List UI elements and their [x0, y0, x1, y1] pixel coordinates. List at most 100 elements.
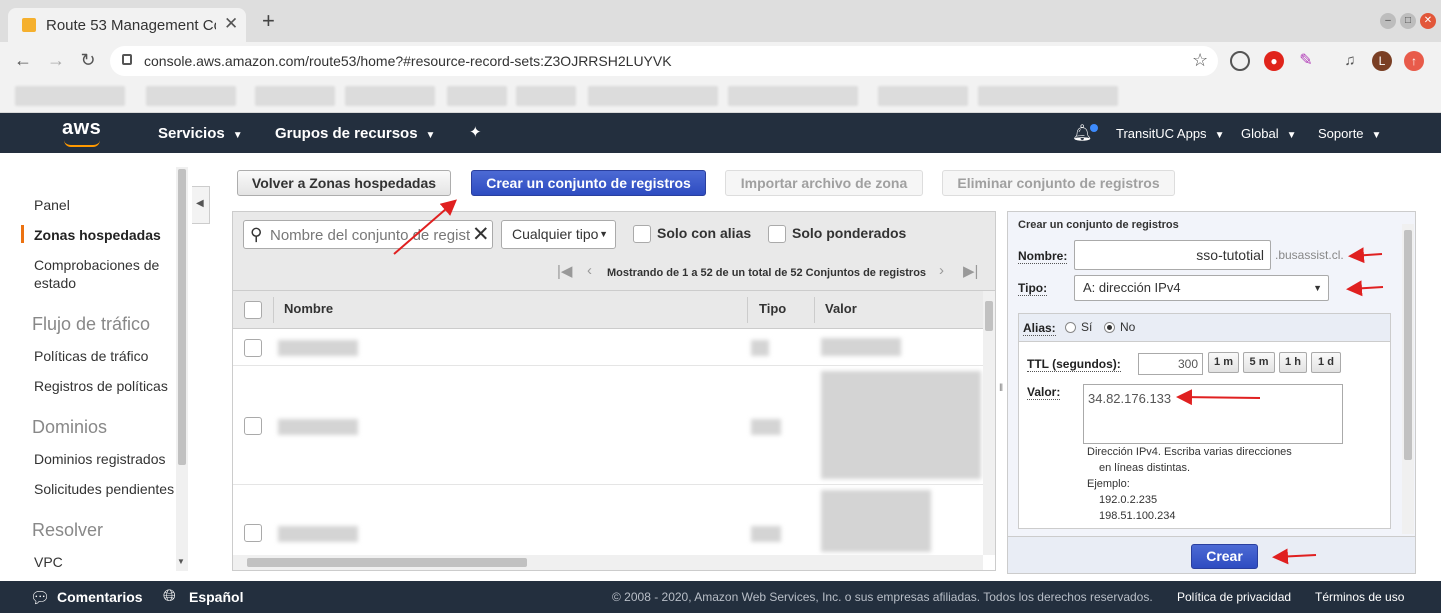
url-field[interactable]: console.aws.amazon.com/route53/home?#res… — [110, 46, 1218, 76]
ttl-1m-button[interactable]: 1 m — [1208, 352, 1239, 373]
globe-icon[interactable]: 🌐︎ — [163, 588, 176, 606]
back-to-hosted-zones-button[interactable]: Volver a Zonas hospedadas — [237, 170, 451, 196]
ttl-label: TTL (segundos): — [1027, 357, 1121, 372]
create-panel-scroll-thumb[interactable] — [1404, 230, 1412, 460]
panel-splitter[interactable]: ‖ — [998, 211, 1006, 571]
privacy-link[interactable]: Política de privacidad — [1177, 590, 1291, 604]
language-selector[interactable]: Español — [189, 589, 243, 605]
import-zone-file-button[interactable]: Importar archivo de zona — [725, 170, 923, 196]
collapse-sidebar-button[interactable]: ◀ — [192, 186, 210, 224]
ttl-5m-button[interactable]: 5 m — [1243, 352, 1275, 373]
alias-no-label: No — [1120, 320, 1136, 334]
sidebar-item-policy-records[interactable]: Registros de políticas — [34, 377, 179, 395]
sidebar-item-hosted-zones[interactable]: Zonas hospedadas — [34, 226, 179, 244]
create-submit-button[interactable]: Crear — [1191, 544, 1258, 569]
create-panel-scrollbar[interactable] — [1402, 224, 1414, 534]
new-tab-icon[interactable]: + — [262, 10, 275, 32]
back-icon[interactable]: ← — [12, 50, 34, 71]
pin-icon[interactable]: ✦ — [469, 123, 482, 141]
sidebar-item-health-checks[interactable]: Comprobaciones de estado — [34, 256, 179, 292]
record-type-select[interactable]: A: dirección IPv4 ▼ — [1074, 275, 1329, 301]
type-filter-select[interactable]: Cualquier tipo ▼ — [501, 220, 616, 249]
support-menu[interactable]: Soporte ▼ — [1318, 126, 1381, 141]
notification-dot — [1090, 124, 1098, 132]
only-alias-checkbox[interactable] — [633, 225, 651, 243]
extension-vpn-icon[interactable] — [1230, 51, 1250, 71]
sidebar-item-vpc[interactable]: VPC — [34, 553, 179, 571]
sidebar-item-traffic-policies[interactable]: Políticas de tráfico — [34, 347, 179, 365]
bookmark-item[interactable] — [516, 86, 576, 106]
ttl-input[interactable]: 300 — [1138, 353, 1203, 375]
prev-page-icon[interactable]: ‹ — [587, 262, 592, 279]
bookmark-item[interactable] — [447, 86, 507, 106]
feedback-icon[interactable]: 💬︎ — [30, 588, 50, 608]
tab-close-icon[interactable]: ✕ — [224, 14, 238, 34]
feedback-link[interactable]: Comentarios — [57, 589, 143, 605]
extension-adblock-icon[interactable]: ● — [1264, 51, 1284, 71]
value-textarea[interactable]: 34.82.176.133 — [1083, 384, 1343, 444]
bookmark-item[interactable] — [588, 86, 718, 106]
aws-logo[interactable]: aws — [62, 117, 101, 140]
select-all-checkbox[interactable] — [244, 301, 262, 319]
bookmark-item[interactable] — [978, 86, 1118, 106]
first-page-icon[interactable]: |◀ — [557, 262, 572, 280]
sidebar-item-pending-requests[interactable]: Solicitudes pendientes — [34, 480, 179, 498]
table-row[interactable] — [233, 330, 983, 366]
minimize-icon[interactable]: – — [1380, 13, 1396, 29]
bookmark-item[interactable] — [146, 86, 236, 106]
ttl-1d-button[interactable]: 1 d — [1311, 352, 1341, 373]
row-checkbox[interactable] — [244, 339, 262, 357]
scroll-down-icon[interactable]: ▼ — [177, 557, 185, 566]
ttl-1h-button[interactable]: 1 h — [1279, 352, 1307, 373]
bookmark-item[interactable] — [15, 86, 125, 106]
delete-record-set-button[interactable]: Eliminar conjunto de registros — [942, 170, 1175, 196]
record-name-input[interactable]: sso-tutotial — [1074, 240, 1271, 270]
next-page-icon[interactable]: › — [939, 262, 944, 279]
close-window-icon[interactable]: ✕ — [1420, 13, 1436, 29]
account-menu[interactable]: TransitUC Apps ▼ — [1116, 126, 1224, 141]
region-menu[interactable]: Global ▼ — [1241, 126, 1296, 141]
browser-tab[interactable]: Route 53 Management Co ✕ — [8, 8, 246, 42]
extension-pen-icon[interactable]: ✎ — [1296, 51, 1316, 71]
list-scroll-thumb[interactable] — [985, 301, 993, 331]
forward-icon[interactable]: → — [45, 50, 67, 71]
resource-groups-menu[interactable]: Grupos de recursos ▼ — [275, 125, 435, 142]
sidebar-item-registered-domains[interactable]: Dominios registrados — [34, 450, 179, 468]
list-hscroll-thumb[interactable] — [247, 558, 527, 567]
column-header-value[interactable]: Valor — [825, 301, 857, 316]
extension-update-icon[interactable]: ↑ — [1404, 51, 1424, 71]
last-page-icon[interactable]: ▶| — [963, 262, 978, 280]
column-header-type[interactable]: Tipo — [759, 301, 786, 316]
table-header: Nombre Tipo Valor — [233, 291, 983, 329]
aws-footer: 💬︎ Comentarios 🌐︎ Español © 2008 - 2020,… — [0, 581, 1441, 613]
row-checkbox[interactable] — [244, 524, 262, 542]
reload-icon[interactable]: ↻ — [77, 50, 99, 71]
terms-link[interactable]: Términos de uso — [1315, 590, 1404, 604]
profile-avatar[interactable]: L — [1372, 51, 1392, 71]
only-weighted-checkbox[interactable] — [768, 225, 786, 243]
bookmark-item[interactable] — [345, 86, 435, 106]
media-queue-icon[interactable]: ♫ — [1340, 51, 1360, 71]
bookmark-item[interactable] — [255, 86, 335, 106]
sidebar-item-panel[interactable]: Panel — [34, 196, 179, 214]
url-text: console.aws.amazon.com/route53/home?#res… — [144, 53, 672, 69]
alias-no-radio[interactable] — [1104, 322, 1115, 333]
search-box[interactable]: ⚲ ✕ — [243, 220, 493, 249]
table-row[interactable] — [233, 486, 983, 556]
table-row[interactable] — [233, 367, 983, 485]
search-input[interactable] — [270, 225, 470, 245]
bookmark-item[interactable] — [878, 86, 968, 106]
sidebar-scrollbar[interactable] — [176, 167, 188, 571]
clear-search-icon[interactable]: ✕ — [472, 222, 490, 247]
list-vertical-scrollbar[interactable] — [983, 291, 995, 555]
bookmark-item[interactable] — [728, 86, 858, 106]
list-horizontal-scrollbar[interactable] — [233, 555, 983, 570]
maximize-icon[interactable]: □ — [1400, 13, 1416, 29]
row-checkbox[interactable] — [244, 417, 262, 435]
bookmark-star-icon[interactable]: ☆ — [1192, 50, 1208, 71]
column-header-name[interactable]: Nombre — [284, 301, 333, 316]
services-menu[interactable]: Servicios ▼ — [158, 125, 243, 142]
create-record-set-button[interactable]: Crear un conjunto de registros — [471, 170, 706, 196]
sidebar-scroll-thumb[interactable] — [178, 169, 186, 465]
alias-yes-radio[interactable] — [1065, 322, 1076, 333]
